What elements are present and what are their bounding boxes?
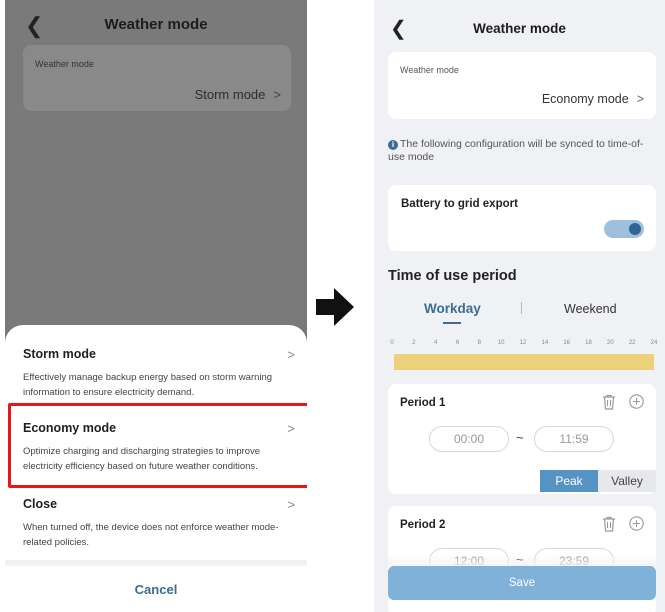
chevron-right-icon: > bbox=[287, 421, 295, 436]
timeline-bar bbox=[394, 354, 654, 370]
period-title: Period 2 bbox=[400, 519, 446, 531]
sync-info-text: The following configuration will be sync… bbox=[388, 138, 644, 163]
weather-mode-card[interactable]: Weather mode Storm mode > bbox=[23, 45, 291, 111]
mode-select-sheet: Storm mode > Effectively manage backup e… bbox=[5, 325, 307, 612]
trash-icon[interactable] bbox=[602, 394, 616, 410]
option-title: Storm mode bbox=[23, 347, 96, 361]
option-description: When turned off, the device does not enf… bbox=[23, 522, 279, 548]
right-arrow-icon bbox=[316, 288, 354, 326]
chevron-right-icon: > bbox=[273, 87, 281, 102]
period-title: Period 1 bbox=[400, 397, 446, 409]
left-screen: ❮ Weather mode Weather mode Storm mode > … bbox=[5, 0, 307, 612]
cancel-button[interactable]: Cancel bbox=[5, 582, 307, 597]
right-header: ❮ Weather mode bbox=[374, 0, 665, 50]
weather-mode-value-text: Storm mode bbox=[194, 87, 266, 102]
battery-export-label: Battery to grid export bbox=[401, 198, 518, 210]
toggle-knob bbox=[629, 223, 641, 235]
option-storm-mode[interactable]: Storm mode > Effectively manage backup e… bbox=[23, 347, 295, 400]
hour-tick-label: 0 bbox=[390, 340, 394, 346]
info-icon: i bbox=[388, 140, 398, 150]
option-title: Close bbox=[23, 497, 58, 511]
option-title: Economy mode bbox=[23, 421, 117, 435]
page-title: Weather mode bbox=[104, 16, 208, 33]
battery-export-toggle[interactable] bbox=[604, 220, 644, 238]
tab-divider bbox=[521, 302, 522, 314]
weather-mode-value: Economy mode > bbox=[542, 92, 644, 106]
right-screen: ❮ Weather mode Weather mode Economy mode… bbox=[374, 0, 665, 612]
weather-mode-value: Storm mode > bbox=[195, 87, 281, 102]
hour-tick-label: 14 bbox=[541, 340, 549, 346]
period-card: Period 1 00:00 ~ 11:59 Peak Valley bbox=[388, 384, 656, 494]
hour-tick-label: 20 bbox=[606, 340, 614, 346]
section-title: Time of use period bbox=[388, 268, 517, 284]
hour-tick-label: 8 bbox=[477, 340, 481, 346]
hour-tick-label: 6 bbox=[455, 340, 460, 346]
hour-tick-label: 24 bbox=[650, 340, 658, 346]
weather-mode-value-text: Economy mode bbox=[541, 92, 629, 106]
chevron-right-icon: > bbox=[287, 347, 295, 362]
valley-option[interactable]: Valley bbox=[598, 470, 656, 492]
tab-weekend[interactable]: Weekend bbox=[564, 302, 617, 316]
add-circle-icon[interactable] bbox=[629, 394, 644, 409]
battery-export-card: Battery to grid export bbox=[388, 185, 656, 251]
hour-tick-label: 16 bbox=[563, 340, 570, 346]
hour-tick-label: 4 bbox=[433, 340, 438, 346]
rate-segmented-control: Peak Valley bbox=[540, 470, 656, 494]
hour-tick-label: 10 bbox=[497, 340, 505, 346]
hour-tick-label: 12 bbox=[519, 340, 527, 346]
chevron-right-icon: > bbox=[287, 497, 295, 512]
hour-ticks: 0 2 4 6 8 10 12 14 16 18 20 22 24 bbox=[388, 340, 658, 350]
option-description: Effectively manage backup energy based o… bbox=[23, 372, 273, 398]
divider bbox=[5, 560, 307, 566]
hour-tick-label: 18 bbox=[585, 340, 592, 346]
option-economy-mode[interactable]: Economy mode > Optimize charging and dis… bbox=[23, 421, 295, 474]
hour-tick-label: 22 bbox=[628, 340, 636, 346]
hour-tick-label: 2 bbox=[412, 340, 416, 346]
start-time-input[interactable]: 00:00 bbox=[429, 426, 509, 452]
weather-mode-label: Weather mode bbox=[35, 59, 94, 69]
weather-mode-label: Weather mode bbox=[400, 65, 459, 75]
left-header: ❮ Weather mode bbox=[5, 0, 307, 50]
add-circle-icon[interactable] bbox=[629, 516, 644, 531]
option-close[interactable]: Close > When turned off, the device does… bbox=[23, 497, 295, 550]
trash-icon[interactable] bbox=[602, 516, 616, 532]
end-time-input[interactable]: 11:59 bbox=[534, 426, 614, 452]
option-description: Optimize charging and discharging strate… bbox=[23, 446, 261, 472]
save-button[interactable]: Save bbox=[388, 566, 656, 600]
tab-workday[interactable]: Workday bbox=[424, 301, 481, 316]
active-tab-indicator bbox=[443, 322, 461, 324]
chevron-right-icon: > bbox=[636, 92, 644, 106]
weather-mode-card[interactable]: Weather mode Economy mode > bbox=[388, 52, 656, 119]
sync-info-note: i The following configuration will be syn… bbox=[388, 138, 656, 164]
peak-option[interactable]: Peak bbox=[540, 470, 598, 492]
page-title: Weather mode bbox=[473, 21, 566, 36]
time-range-separator: ~ bbox=[516, 430, 524, 445]
